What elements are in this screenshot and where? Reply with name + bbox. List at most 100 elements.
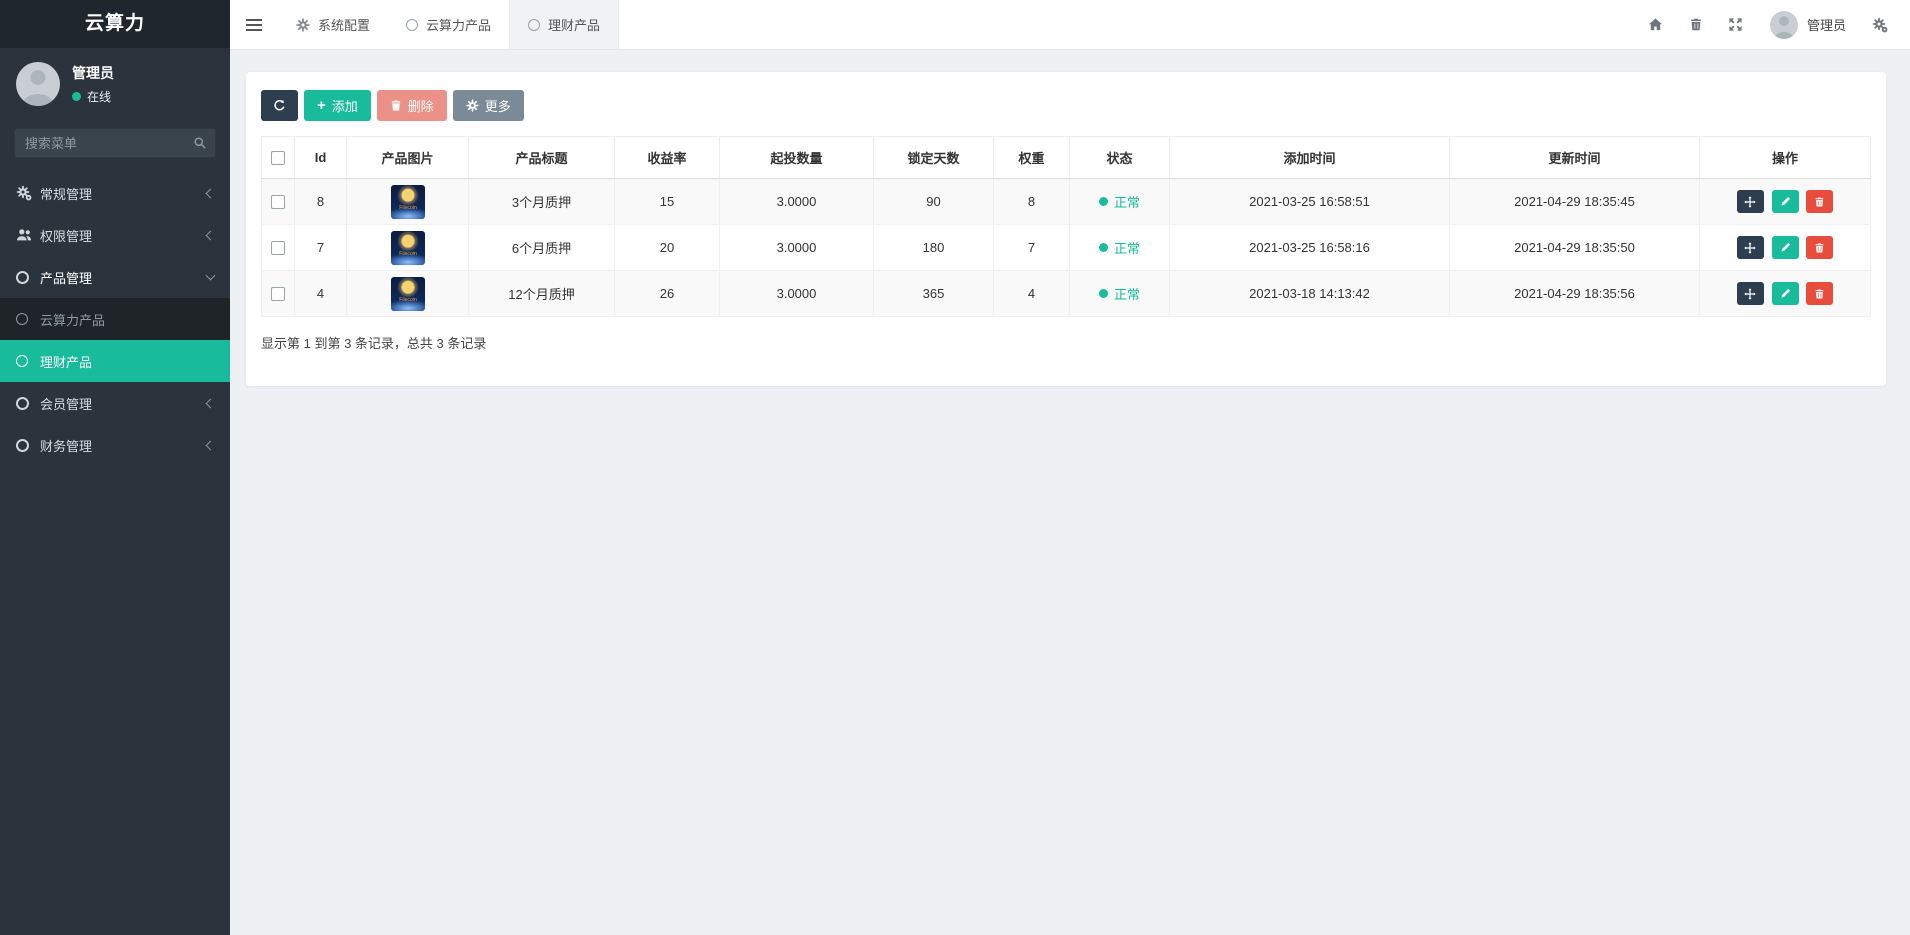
move-icon — [1744, 288, 1756, 300]
edit-button[interactable] — [1772, 282, 1799, 305]
sidebar-item-financial-products[interactable]: 理财产品 — [0, 340, 230, 382]
delete-button-label: 删除 — [408, 96, 434, 115]
delete-row-button[interactable] — [1806, 190, 1833, 213]
column-header-actions: 操作 — [1700, 137, 1871, 179]
sidebar-item-cloud-products[interactable]: 云算力产品 — [0, 298, 230, 340]
fullscreen-button[interactable] — [1716, 0, 1756, 50]
column-header-min-invest: 起投数量 — [720, 137, 874, 179]
sidebar-item-label: 理财产品 — [40, 352, 92, 371]
add-button[interactable]: + 添加 — [304, 90, 371, 121]
row-checkbox[interactable] — [271, 287, 285, 301]
brand-title: 云算力 — [0, 0, 230, 48]
clear-cache-button[interactable] — [1676, 0, 1716, 50]
cell-title: 6个月质押 — [469, 225, 615, 271]
user-status: 在线 — [72, 88, 114, 105]
settings-button[interactable] — [1860, 0, 1900, 50]
row-checkbox-cell — [262, 179, 295, 225]
column-header-created: 添加时间 — [1170, 137, 1450, 179]
column-header-updated: 更新时间 — [1450, 137, 1700, 179]
circle-icon — [528, 19, 540, 31]
cell-image: Filecoin — [347, 225, 469, 271]
tab-cloud-products[interactable]: 云算力产品 — [388, 0, 509, 49]
delete-button[interactable]: 删除 — [377, 90, 447, 121]
pencil-icon — [1780, 288, 1791, 299]
users-icon — [16, 227, 40, 243]
cogs-icon — [1872, 17, 1888, 33]
product-image[interactable]: Filecoin — [391, 185, 425, 219]
page: { "app": { "brand": "云算力" }, "sidebar": … — [0, 0, 1910, 935]
column-header-weight: 权重 — [994, 137, 1070, 179]
cell-rate: 20 — [615, 225, 720, 271]
status-dot-icon — [1099, 289, 1108, 298]
circle-icon — [16, 439, 40, 452]
menu-search-input[interactable] — [14, 128, 216, 158]
product-image[interactable]: Filecoin — [391, 231, 425, 265]
sidebar-item-finance[interactable]: 财务管理 — [0, 424, 230, 466]
drag-sort-button[interactable] — [1737, 236, 1764, 259]
cell-created: 2021-03-18 14:13:42 — [1170, 271, 1450, 317]
cell-updated: 2021-04-29 18:35:50 — [1450, 225, 1700, 271]
cell-id: 4 — [295, 271, 347, 317]
status-label: 正常 — [1114, 192, 1140, 211]
status-badge: 正常 — [1099, 238, 1140, 257]
refresh-button[interactable] — [261, 90, 298, 121]
row-checkbox[interactable] — [271, 241, 285, 255]
user-meta: 管理员 在线 — [72, 63, 114, 105]
drag-sort-button[interactable] — [1737, 282, 1764, 305]
plus-icon: + — [317, 98, 326, 113]
circle-icon — [16, 397, 40, 410]
tab-system-config[interactable]: 系统配置 — [278, 0, 388, 49]
sidebar-item-members[interactable]: 会员管理 — [0, 382, 230, 424]
cell-updated: 2021-04-29 18:35:45 — [1450, 179, 1700, 225]
drag-sort-button[interactable] — [1737, 190, 1764, 213]
cell-actions — [1700, 225, 1871, 271]
topbar-user-menu[interactable]: 管理员 — [1756, 11, 1860, 39]
sidebar-item-general[interactable]: 常规管理 — [0, 172, 230, 214]
record-count: 显示第 1 到第 3 条记录，总共 3 条记录 — [261, 333, 1871, 352]
cell-min-invest: 3.0000 — [720, 179, 874, 225]
delete-row-button[interactable] — [1806, 282, 1833, 305]
online-dot-icon — [72, 92, 81, 101]
status-label: 正常 — [1114, 284, 1140, 303]
column-header-lock-days: 锁定天数 — [874, 137, 994, 179]
sidebar-menu: 常规管理 权限管理 产品管理 云算力产品 理财产品 会员管理 — [0, 172, 230, 466]
tab-financial-products[interactable]: 理财产品 — [509, 0, 619, 49]
trash-icon — [1689, 17, 1703, 32]
status-badge: 正常 — [1099, 192, 1140, 211]
sidebar-toggle-button[interactable] — [230, 0, 278, 49]
sidebar-item-label: 产品管理 — [40, 268, 92, 287]
delete-row-button[interactable] — [1806, 236, 1833, 259]
row-checkbox[interactable] — [271, 195, 285, 209]
column-header-image: 产品图片 — [347, 137, 469, 179]
content-area: + 添加 删除 更多 — [230, 50, 1910, 935]
column-header-title: 产品标题 — [469, 137, 615, 179]
refresh-icon — [273, 99, 286, 112]
home-icon — [1648, 17, 1663, 32]
table-row: 4 Filecoin 12个月质押 26 3.0000 365 4 正常 202… — [262, 271, 1871, 317]
cell-updated: 2021-04-29 18:35:56 — [1450, 271, 1700, 317]
trash-icon — [390, 99, 402, 112]
table-row: 7 Filecoin 6个月质押 20 3.0000 180 7 正常 2021… — [262, 225, 1871, 271]
edit-button[interactable] — [1772, 236, 1799, 259]
cell-id: 7 — [295, 225, 347, 271]
home-button[interactable] — [1636, 0, 1676, 50]
cell-rate: 15 — [615, 179, 720, 225]
sidebar-item-products[interactable]: 产品管理 — [0, 256, 230, 298]
sidebar-user-panel: 管理员 在线 — [0, 48, 230, 118]
circle-icon — [16, 271, 40, 284]
user-avatar — [16, 62, 60, 106]
select-all-checkbox[interactable] — [271, 151, 285, 165]
topbar-actions: 管理员 — [1636, 0, 1910, 49]
sidebar-item-permissions[interactable]: 权限管理 — [0, 214, 230, 256]
sidebar-item-label: 权限管理 — [40, 226, 92, 245]
sidebar-item-label: 云算力产品 — [40, 310, 105, 329]
hamburger-icon — [246, 24, 262, 26]
sidebar-item-label: 常规管理 — [40, 184, 92, 203]
table-header: Id 产品图片 产品标题 收益率 起投数量 锁定天数 权重 状态 添加时间 更新… — [262, 137, 1871, 179]
column-header-id: Id — [295, 137, 347, 179]
circle-icon — [16, 313, 40, 325]
more-button[interactable]: 更多 — [453, 90, 524, 121]
product-image[interactable]: Filecoin — [391, 277, 425, 311]
chevron-left-icon — [206, 398, 216, 408]
edit-button[interactable] — [1772, 190, 1799, 213]
